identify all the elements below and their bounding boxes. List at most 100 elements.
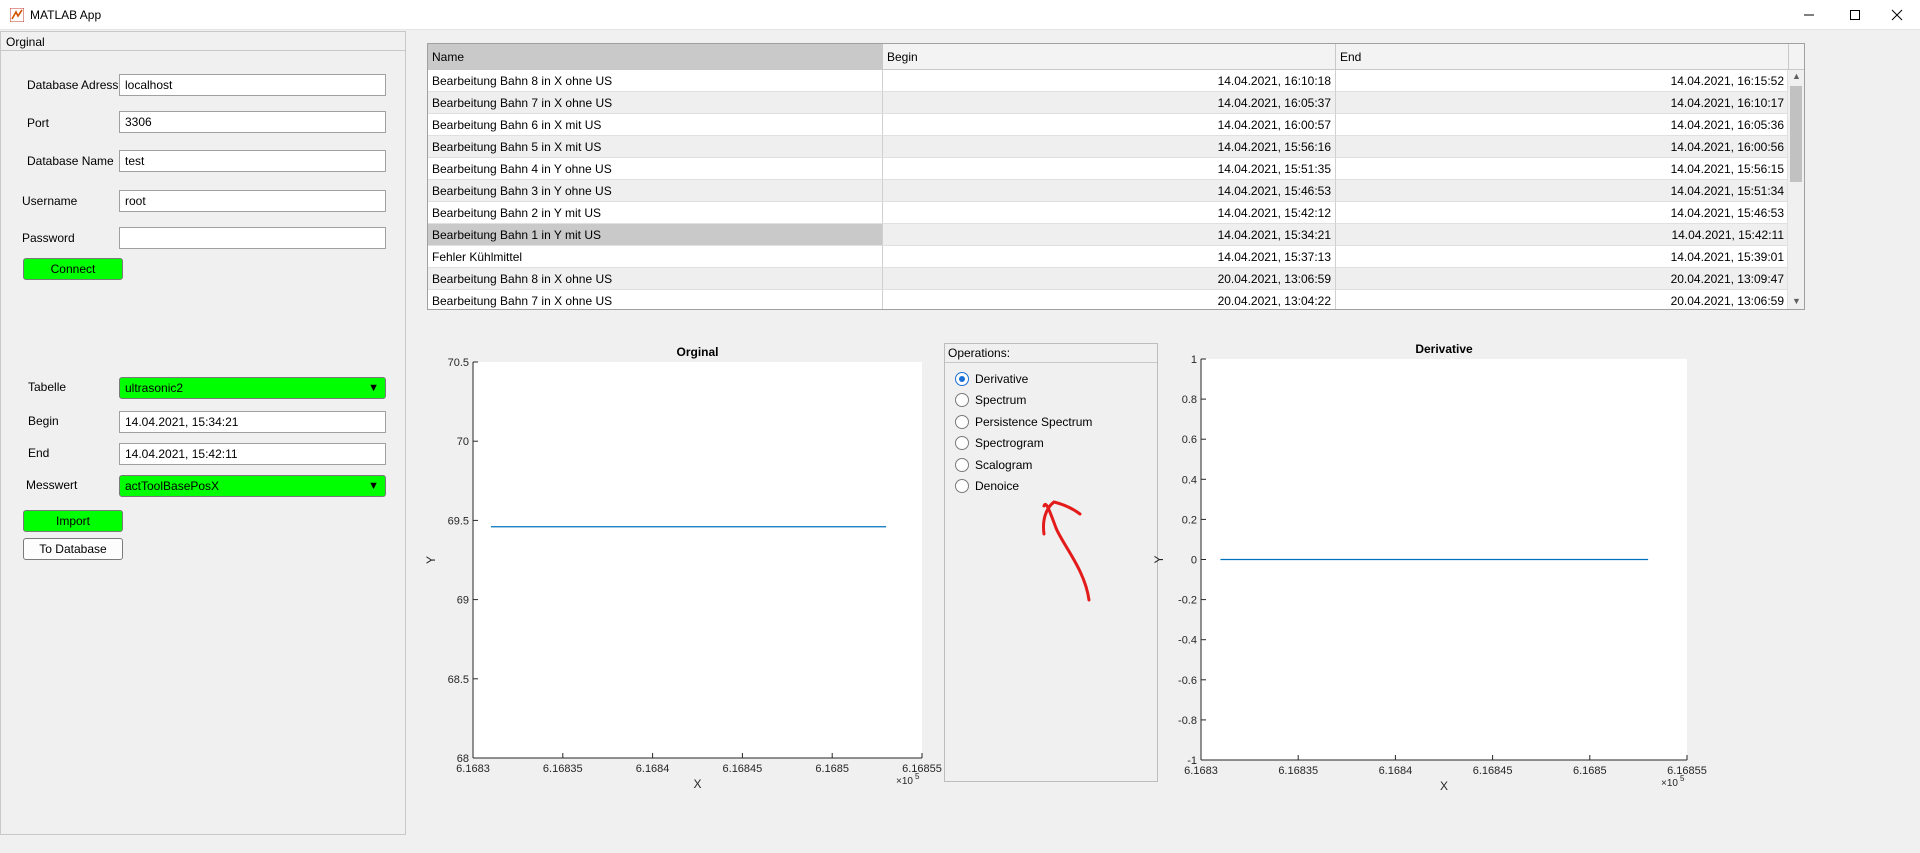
minimize-button[interactable] [1786,0,1832,30]
radio-selected-icon[interactable] [955,372,969,386]
table-row[interactable]: Bearbeitung Bahn 3 in Y ohne US 14.04.20… [428,180,1789,202]
derivative-plot-area [1201,359,1687,760]
derivative-y-tick-label: -1 [1187,755,1197,767]
radio-icon[interactable] [955,479,969,493]
table-row[interactable]: Bearbeitung Bahn 7 in X ohne US 14.04.20… [428,92,1789,114]
original-x-tick-label: 6.16845 [723,763,763,775]
tabelle-value: ultrasonic2 [125,381,184,395]
title-bar: MATLAB App [0,0,1920,30]
messwert-label: Messwert [26,478,78,492]
table-row[interactable]: Bearbeitung Bahn 2 in Y mit US 14.04.202… [428,202,1789,224]
cell-name: Bearbeitung Bahn 6 in X mit US [428,114,883,136]
close-button[interactable] [1874,0,1920,30]
derivative-x-label: X [1440,779,1448,793]
original-title: Orginal [676,345,718,359]
maximize-button[interactable] [1832,0,1878,30]
table-scrollbar[interactable]: ▲ ▼ [1787,70,1804,309]
original-y-tick-label: 69.5 [448,515,469,527]
derivative-x-tick-label: 6.16835 [1278,765,1318,777]
tabelle-dropdown[interactable]: ultrasonic2 ▼ [119,377,386,399]
end-label: End [28,446,50,460]
cell-name: Bearbeitung Bahn 1 in Y mit US [428,224,883,246]
original-x-tick-label: 6.16835 [543,763,583,775]
cell-end: 14.04.2021, 15:56:15 [1336,158,1789,180]
table-row-selected[interactable]: Bearbeitung Bahn 1 in Y mit US 14.04.202… [428,224,1789,246]
table-row[interactable]: Bearbeitung Bahn 6 in X mit US 14.04.202… [428,114,1789,136]
original-y-tick-label: 69 [457,595,469,607]
table-row[interactable]: Bearbeitung Bahn 8 in X ohne US 14.04.20… [428,70,1789,92]
username-field[interactable]: root [119,190,386,212]
derivative-x-tick-label: 6.1683 [1184,765,1218,777]
password-label: Password [22,231,75,245]
db-name-label: Database Name [27,154,114,168]
panel-title: Orginal [6,35,45,49]
cell-begin: 14.04.2021, 15:46:53 [883,180,1336,202]
db-name-field[interactable]: test [119,150,386,172]
import-button[interactable]: Import [23,510,123,532]
derivative-x-tick-label: 6.1684 [1379,765,1413,777]
cell-end: 20.04.2021, 13:09:47 [1336,268,1789,290]
table-row[interactable]: Bearbeitung Bahn 7 in X ohne US 20.04.20… [428,290,1789,309]
connect-button[interactable]: Connect [23,258,123,280]
matlab-app-icon [10,8,24,22]
messwert-value: actToolBasePosX [125,479,220,493]
column-header-end[interactable]: End [1336,44,1789,70]
derivative-x-tick-label: 6.16845 [1473,765,1513,777]
original-y-tick-label: 68.5 [448,674,469,686]
scroll-up-icon[interactable]: ▲ [1792,71,1801,81]
cell-begin: 14.04.2021, 15:51:35 [883,158,1336,180]
operations-title: Operations: [948,346,1011,360]
cell-name: Bearbeitung Bahn 5 in X mit US [428,136,883,158]
radio-label: Denoice [975,479,1020,493]
cell-end: 14.04.2021, 16:10:17 [1336,92,1789,114]
close-icon [1891,9,1903,21]
messwert-dropdown[interactable]: actToolBasePosX ▼ [119,475,386,497]
begin-label: Begin [28,414,59,428]
original-x-exponent-power: 5 [915,772,920,781]
derivative-x-exponent: ×10 [1661,778,1678,789]
port-field[interactable]: 3306 [119,111,386,133]
radio-icon[interactable] [955,393,969,407]
column-header-begin[interactable]: Begin [883,44,1336,70]
connection-panel: Orginal Database Adress localhost Port 3… [0,31,406,835]
cell-name: Bearbeitung Bahn 4 in Y ohne US [428,158,883,180]
cell-name: Bearbeitung Bahn 8 in X ohne US [428,70,883,92]
derivative-y-tick-label: -0.4 [1178,635,1197,647]
end-field[interactable]: 14.04.2021, 15:42:11 [119,443,386,465]
panel-divider [1,50,405,51]
original-plot-area [473,362,922,758]
derivative-y-tick-label: 0 [1191,555,1197,567]
table-row[interactable]: Bearbeitung Bahn 8 in X ohne US 20.04.20… [428,268,1789,290]
scrollbar-thumb[interactable] [1790,86,1802,182]
scroll-down-icon[interactable]: ▼ [1792,296,1801,306]
chevron-down-icon: ▼ [368,382,379,394]
derivative-x-tick-label: 6.16855 [1667,765,1707,777]
original-x-exponent: ×10 [896,776,913,787]
table-row[interactable]: Bearbeitung Bahn 5 in X mit US 14.04.202… [428,136,1789,158]
column-header-name[interactable]: Name [428,44,883,70]
password-field[interactable] [119,227,386,249]
original-x-tick-label: 6.1684 [636,763,670,775]
table-row[interactable]: Fehler Kühlmittel 14.04.2021, 15:37:13 1… [428,246,1789,268]
table-row[interactable]: Bearbeitung Bahn 4 in Y ohne US 14.04.20… [428,158,1789,180]
derivative-y-tick-label: -0.8 [1178,715,1197,727]
cell-begin: 20.04.2021, 13:06:59 [883,268,1336,290]
cell-begin: 14.04.2021, 15:42:12 [883,202,1336,224]
derivative-y-tick-label: -0.2 [1178,595,1197,607]
radio-icon[interactable] [955,436,969,450]
original-x-tick-label: 6.1683 [456,763,490,775]
original-x-tick-label: 6.1685 [815,763,849,775]
derivative-y-tick-label: 1 [1191,354,1197,366]
radio-label: Scalogram [975,458,1033,472]
begin-field[interactable]: 14.04.2021, 15:34:21 [119,411,386,433]
original-x-label: X [693,777,701,791]
cell-begin: 14.04.2021, 16:05:37 [883,92,1336,114]
radio-icon[interactable] [955,415,969,429]
db-address-field[interactable]: localhost [119,74,386,96]
maximize-icon [1850,10,1860,20]
cell-end: 14.04.2021, 16:00:56 [1336,136,1789,158]
radio-icon[interactable] [955,458,969,472]
to-database-button[interactable]: To Database [23,538,123,560]
cell-begin: 14.04.2021, 15:37:13 [883,246,1336,268]
header-filler [1789,44,1804,70]
